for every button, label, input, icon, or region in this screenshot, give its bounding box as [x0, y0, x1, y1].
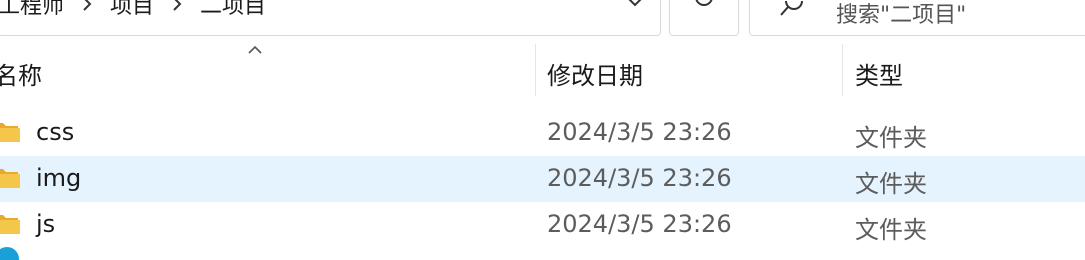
list-item[interactable]: img 2024/3/5 23:26 文件夹	[0, 156, 1085, 202]
column-divider[interactable]	[842, 44, 843, 96]
file-icon	[0, 247, 19, 260]
breadcrumb-item-current[interactable]: 二项目	[194, 0, 272, 20]
column-header-name[interactable]: 名称	[0, 56, 42, 91]
column-divider[interactable]	[535, 44, 536, 96]
file-date: 2024/3/5 23:26	[547, 118, 732, 146]
folder-icon	[0, 169, 20, 188]
breadcrumb-item-engineer[interactable]: 工程师	[0, 0, 70, 20]
search-icon	[780, 1, 803, 16]
column-header-date[interactable]: 修改日期	[547, 56, 643, 91]
file-type: 文件夹	[855, 170, 927, 198]
chevron-down-icon[interactable]	[622, 0, 648, 14]
file-date: 2024/3/5 23:26	[547, 210, 732, 238]
file-name: js	[36, 210, 56, 238]
list-item[interactable]: js 2024/3/5 23:26 文件夹	[0, 202, 1085, 248]
breadcrumb: 工程师 项目 二项目	[0, 0, 272, 24]
chevron-right-icon[interactable]	[70, 0, 104, 12]
file-type: 文件夹	[855, 216, 927, 244]
file-date: 2024/3/5 23:26	[547, 164, 732, 192]
refresh-button[interactable]	[669, 0, 739, 36]
column-header-row: 名称 修改日期 类型	[0, 44, 1085, 96]
file-type: 文件夹	[855, 124, 927, 152]
search-input[interactable]: 搜索"二项目"	[836, 0, 966, 29]
breadcrumb-item-project[interactable]: 项目	[104, 0, 160, 20]
list-item[interactable]: css 2024/3/5 23:26 文件夹	[0, 110, 1085, 156]
file-name: css	[36, 118, 75, 146]
chevron-right-icon[interactable]	[160, 0, 194, 12]
search-box[interactable]: 搜索"二项目"	[749, 0, 1085, 36]
folder-icon	[0, 123, 20, 142]
file-name: img	[36, 164, 82, 192]
folder-icon	[0, 215, 20, 234]
refresh-icon	[695, 0, 713, 6]
column-header-type[interactable]: 类型	[855, 56, 903, 91]
